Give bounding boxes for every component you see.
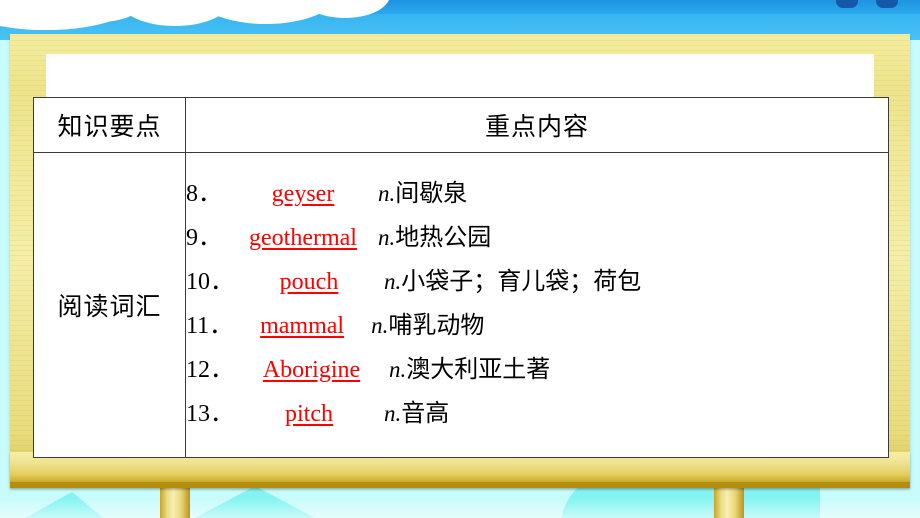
vocabulary-entry: 8． geyser n. 间歇泉 [186,173,888,217]
entry-part-of-speech: n. [378,225,396,250]
entry-part-of-speech: n. [384,269,402,294]
entry-answer-word: pitch [285,401,333,427]
vocabulary-entries-cell: 8． geyser n. 间歇泉 9． geothermal n. 地热公园 10． pouch n… [185,152,889,458]
entry-answer-word: mammal [260,313,345,339]
table-row: 阅读词汇 8． geyser n. 间歇泉 9． geothermal n. 地热公园 10． p… [33,152,889,458]
entry-meaning: 哺乳动物 [388,311,485,339]
entry-answer-word: geothermal [249,225,357,251]
vocabulary-entry: 11． mammal n. 哺乳动物 [186,305,888,349]
vocabulary-entry-list: 8． geyser n. 间歇泉 9． geothermal n. 地热公园 10． pouch n… [186,173,888,437]
entry-number: 12． [186,357,234,383]
entry-number: 9． [186,225,222,251]
vocabulary-table: 知识要点 重点内容 阅读词汇 8． geyser n. 间歇泉 9． geothermal… [33,97,889,458]
entry-part-of-speech: n. [371,313,389,338]
row-label-reading-vocabulary: 阅读词汇 [33,152,186,458]
entry-number: 8． [186,181,222,207]
entry-meaning: 间歇泉 [395,179,468,207]
entry-number: 10． [186,269,234,295]
entry-part-of-speech: n. [389,357,407,382]
entry-meaning: 小袋子；育儿袋；荷包 [401,267,642,295]
entry-meaning: 地热公园 [395,223,492,251]
entry-answer-word: pouch [279,269,339,295]
header-key-content: 重点内容 [185,97,889,153]
bottom-fade [0,498,920,518]
vocabulary-table-wrap: 知识要点 重点内容 阅读词汇 8． geyser n. 间歇泉 9． geothermal… [33,97,889,458]
entry-answer-word: geyser [271,181,335,207]
vocabulary-entry: 13． pitch n. 音高 [186,393,888,437]
signboard-leg-left [160,486,190,518]
entry-part-of-speech: n. [378,181,396,206]
entry-part-of-speech: n. [384,401,402,426]
entry-answer-word: Aborigine [262,357,361,383]
vocabulary-entry: 10． pouch n. 小袋子；育儿袋；荷包 [186,261,888,305]
entry-meaning: 音高 [401,399,450,427]
table-header-row: 知识要点 重点内容 [33,97,889,153]
entry-number: 13． [186,401,234,427]
header-key-points: 知识要点 [33,97,186,153]
top-notch-decoration [836,0,858,8]
vocabulary-entry: 9． geothermal n. 地热公园 [186,217,888,261]
slide-canvas: 知识要点 重点内容 阅读词汇 8． geyser n. 间歇泉 9． geothermal… [0,0,920,518]
signboard-leg-right [714,486,744,518]
entry-meaning: 澳大利亚土著 [406,355,551,383]
entry-number: 11． [186,313,234,339]
vocabulary-entry: 12． Aborigine n. 澳大利亚土著 [186,349,888,393]
top-notch-decoration [876,0,898,8]
